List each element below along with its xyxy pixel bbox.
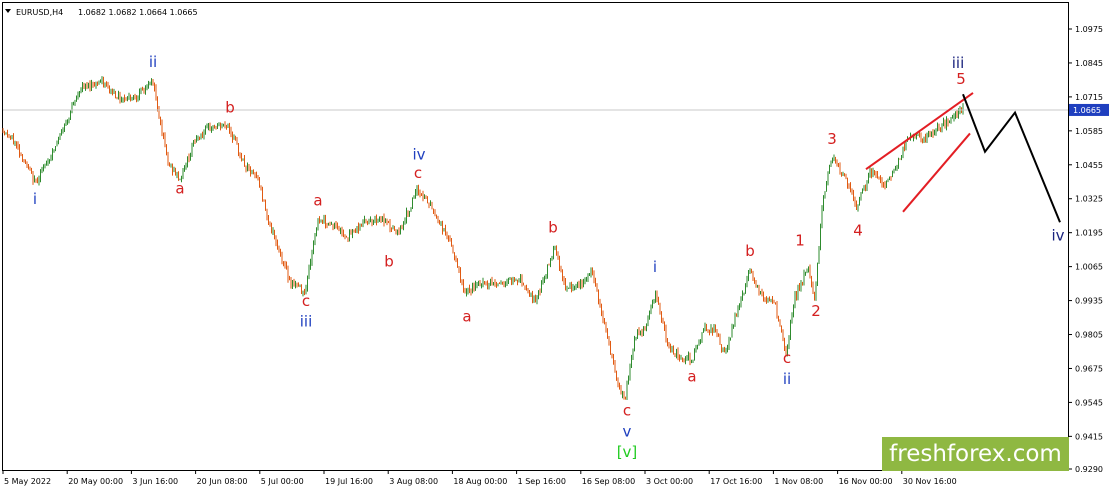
y-tick-label: 0.9805 xyxy=(1075,331,1103,340)
y-tick-label: 0.9675 xyxy=(1075,364,1103,373)
price-tag-label: 1.0665 xyxy=(1073,106,1101,115)
y-tick-label: 1.0455 xyxy=(1075,161,1103,170)
wave-label: iv xyxy=(412,146,425,164)
x-tick-label: 20 Jun 08:00 xyxy=(197,477,248,486)
x-tick-label: 3 Oct 00:00 xyxy=(646,477,693,486)
wave-label: i xyxy=(653,258,657,276)
x-tick-label: 18 Aug 00:00 xyxy=(453,477,507,486)
y-axis: 1.0975 1.0845 1.0715 1.0585 1.0455 1.0325 1.01… xyxy=(1068,25,1109,474)
wave-label: a xyxy=(175,180,184,198)
price-chart: 1.0975 1.0845 1.0715 1.0585 1.0455 1.0325 1.01… xyxy=(2,2,1109,486)
plot-frame xyxy=(2,2,1069,471)
wave-label: b xyxy=(745,242,755,260)
wave-label: iii xyxy=(300,313,313,331)
wave-label: i xyxy=(33,190,37,208)
wave-label: b xyxy=(384,253,394,271)
wave-label: iii xyxy=(952,54,965,72)
wave-label: 2 xyxy=(811,302,821,320)
wave-label: ii xyxy=(783,370,791,388)
x-tick-label: 1 Nov 08:00 xyxy=(774,477,823,486)
wave-label: c xyxy=(623,401,631,419)
y-tick-label: 0.9415 xyxy=(1075,432,1103,441)
x-tick-label: 3 Jun 16:00 xyxy=(132,477,178,486)
x-tick-label: 3 Aug 08:00 xyxy=(389,477,438,486)
y-tick-label: 0.9290 xyxy=(1075,465,1103,474)
wave-label: a xyxy=(313,191,322,209)
y-tick-label: 1.0715 xyxy=(1075,93,1103,102)
y-tick-label: 0.9545 xyxy=(1075,398,1103,407)
wave-label: ii xyxy=(149,53,157,71)
watermark-logo: freshforex.com xyxy=(882,437,1069,471)
x-tick-label: 20 May 00:00 xyxy=(68,477,123,486)
y-tick-label: 1.0845 xyxy=(1075,59,1103,68)
symbol-label: EURUSD,H4 xyxy=(16,8,63,17)
wave-label: a xyxy=(462,307,471,325)
x-tick-label: 19 Jul 16:00 xyxy=(325,477,373,486)
ohlc-values: 1.0682 1.0682 1.0664 1.0665 xyxy=(78,8,198,17)
y-tick-label: 1.0975 xyxy=(1075,25,1103,34)
wave-label: a xyxy=(687,368,696,386)
wave-label: [v] xyxy=(617,443,638,461)
y-tick-label: 1.0585 xyxy=(1075,127,1103,136)
y-tick-label: 1.0325 xyxy=(1075,195,1103,204)
x-tick-label: 5 May 2022 xyxy=(4,477,51,486)
x-tick-label: 16 Nov 00:00 xyxy=(839,477,893,486)
wave-label: b xyxy=(225,99,235,117)
x-tick-label: 17 Oct 16:00 xyxy=(710,477,762,486)
y-tick-label: 1.0195 xyxy=(1075,229,1103,238)
wave-label: 1 xyxy=(795,232,805,250)
wave-label: c xyxy=(783,349,791,367)
wave-label: 4 xyxy=(853,221,863,239)
x-axis: 5 May 2022 20 May 00:00 3 Jun 16:00 20 Jun … xyxy=(2,470,957,486)
wave-label: v xyxy=(623,422,632,440)
wave-label: iv xyxy=(1051,227,1064,245)
y-tick-label: 1.0065 xyxy=(1075,263,1103,272)
wave-label: b xyxy=(548,219,558,237)
y-tick-label: 0.9935 xyxy=(1075,297,1103,306)
chart-area: 1.0975 1.0845 1.0715 1.0585 1.0455 1.0325 1.01… xyxy=(0,0,1111,493)
wave-label: c xyxy=(414,164,422,182)
wave-label: c xyxy=(302,292,310,310)
x-tick-label: 30 Nov 16:00 xyxy=(903,477,957,486)
wave-label: 5 xyxy=(956,70,966,88)
wave-label: 3 xyxy=(827,130,837,148)
x-tick-label: 1 Sep 16:00 xyxy=(518,477,566,486)
x-tick-label: 16 Sep 08:00 xyxy=(582,477,635,486)
x-tick-label: 5 Jul 00:00 xyxy=(261,477,304,486)
